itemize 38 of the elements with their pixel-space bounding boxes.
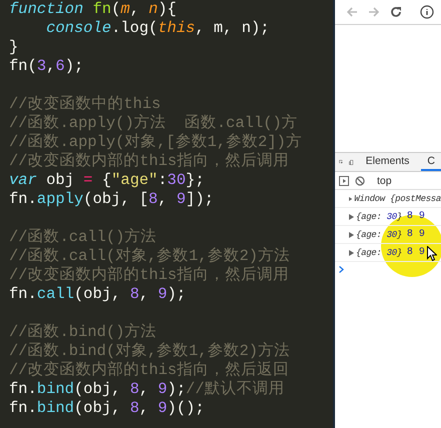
- code-line: //改变函数内部的this指向，然后调用: [9, 266, 289, 285]
- code-line: fn(3,6);: [9, 57, 84, 76]
- context-selector[interactable]: top: [377, 174, 392, 186]
- code-line: //函数.apply()方法 函数.call()方: [9, 114, 298, 133]
- code-line: var obj = {"age":30};: [9, 171, 204, 190]
- code-line: //函数.call()方法: [9, 228, 157, 247]
- devtools-tab[interactable]: C: [421, 153, 441, 171]
- code-line: fn.bind(obj, 8, 9)();: [9, 399, 204, 418]
- object-preview[interactable]: {age: 30}: [356, 248, 402, 258]
- clear-icon[interactable]: [355, 176, 365, 186]
- devtools-tab[interactable]: Elements: [360, 153, 416, 171]
- expand-icon[interactable]: [349, 232, 354, 238]
- code-editor[interactable]: [0, 0, 333, 428]
- code-line: fn.bind(obj, 8, 9);//默认不调用: [9, 380, 284, 399]
- code-line: //函数.call(对象,参数1,参数2)方法: [9, 247, 290, 266]
- expand-icon[interactable]: [349, 214, 354, 220]
- cursor-icon: [427, 246, 437, 261]
- code-line: //函数.bind(对象,参数1,参数2)方法: [9, 342, 290, 361]
- reload-icon[interactable]: [390, 6, 402, 18]
- code-line: fn.call(obj, 8, 9);: [9, 285, 186, 304]
- code-line: console.log(this, m, n);: [45, 19, 270, 38]
- log-value: 8 9: [406, 247, 425, 258]
- expand-icon[interactable]: [349, 196, 352, 202]
- code-line: function fn(m, n){: [9, 0, 176, 19]
- code-line: }: [9, 38, 18, 57]
- info-icon[interactable]: [420, 5, 434, 19]
- code-line: //改变函数内部的this指向，然后调用: [9, 152, 289, 171]
- code-line: //改变函数内部的this指向，然后返回: [9, 361, 289, 380]
- object-preview[interactable]: {age: 30}: [356, 230, 402, 240]
- prompt-icon: [339, 266, 344, 273]
- code-line: //函数.bind()方法: [9, 323, 157, 342]
- code-line: //改变函数中的this: [9, 95, 161, 114]
- expand-icon[interactable]: [349, 250, 354, 256]
- code-line: fn.apply(obj, [8, 9]);: [9, 190, 214, 209]
- log-value: 8 9: [406, 229, 425, 240]
- object-preview[interactable]: Window {postMessa: [354, 194, 441, 204]
- code-line: //函数.apply(对象,[参数1,参数2])方: [9, 133, 302, 152]
- sidebar-icon[interactable]: [339, 176, 349, 186]
